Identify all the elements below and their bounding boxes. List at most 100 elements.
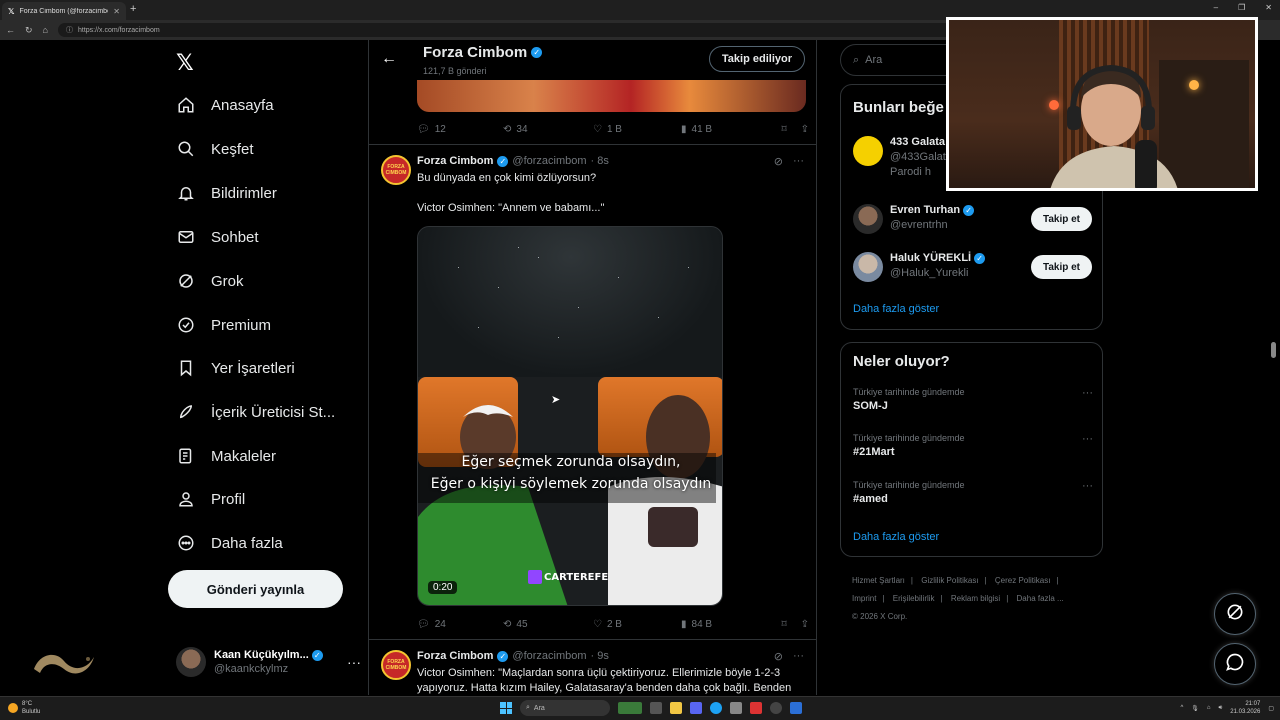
network-icon[interactable]: ⌂	[1207, 705, 1211, 711]
volume-icon[interactable]: 🔊︎	[1219, 705, 1223, 712]
following-button[interactable]: Takip ediliyor	[708, 46, 805, 72]
previous-tweet-media[interactable]	[417, 80, 806, 112]
views-button[interactable]: ▮ 84 B	[681, 619, 775, 630]
nav-profile[interactable]: Profil	[176, 484, 245, 514]
widget-icon[interactable]	[618, 702, 642, 714]
back-nav-icon[interactable]: ←	[6, 25, 15, 35]
new-tab-icon[interactable]: +	[130, 3, 136, 15]
nav-grok[interactable]: Grok	[176, 266, 244, 296]
trend-item[interactable]: Türkiye tarihinde gündemde #21Mart ···	[853, 433, 1093, 458]
more-dots-icon[interactable]: ···	[1082, 480, 1093, 492]
like-button[interactable]: ♡ 1 B	[593, 124, 681, 135]
footer-link[interactable]: Daha fazla ...	[1017, 594, 1064, 603]
grok-icon[interactable]: ⊘	[774, 650, 783, 663]
nav-messages[interactable]: Sohbet	[176, 222, 259, 252]
avatar[interactable]: FORZA CIMBOM	[381, 650, 411, 680]
like-button[interactable]: ♡ 2 B	[593, 619, 681, 630]
tweet-author-handle[interactable]: @forzacimbom	[512, 155, 586, 167]
footer-link[interactable]: Gizlilik Politikası	[921, 576, 978, 585]
tweet-author-name[interactable]: Forza Cimbom	[417, 155, 493, 167]
follow-button[interactable]: Takip et	[1030, 255, 1092, 279]
share-icon[interactable]: ⇪	[801, 124, 809, 135]
tweet-time[interactable]: · 9s	[591, 650, 609, 662]
trend-item[interactable]: Türkiye tarihinde gündemde SOM-J ···	[853, 387, 1093, 412]
share-icon[interactable]: ⇪	[801, 619, 809, 630]
messages-fab-button[interactable]	[1214, 643, 1256, 685]
nav-creator-studio[interactable]: İçerik Üreticisi St...	[176, 397, 335, 427]
repost-button[interactable]: ⟲ 34	[503, 124, 593, 135]
trend-item[interactable]: Türkiye tarihinde gündemde #amed ···	[853, 480, 1093, 505]
trend-context: Türkiye tarihinde gündemde	[853, 387, 965, 397]
app-icon[interactable]	[790, 702, 802, 714]
more-dots-icon[interactable]: ···	[1082, 433, 1093, 445]
tweet-time[interactable]: · 8s	[591, 155, 609, 167]
back-arrow-icon[interactable]: ←	[381, 50, 397, 68]
nav-explore[interactable]: Keşfet	[176, 134, 254, 164]
bar-chart-icon: ▮	[681, 618, 687, 630]
app-icon[interactable]	[730, 702, 742, 714]
discord-icon[interactable]	[690, 702, 702, 714]
nav-articles[interactable]: Makaleler	[176, 441, 276, 471]
tweet-author-handle[interactable]: @forzacimbom	[512, 650, 586, 662]
tweet-video[interactable]: Eğer seçmek zorunda olsaydın, Eğer o kiş…	[417, 226, 723, 606]
suggestion-item[interactable]: Evren Turhan ✓ @evrentrhn Takip et	[853, 201, 1093, 237]
clock[interactable]: 21:07 21.03.2026	[1230, 700, 1260, 716]
bookmark-icon[interactable]: ⌑	[781, 124, 786, 135]
reply-count: 24	[434, 618, 446, 630]
more-dots-icon[interactable]: ···	[347, 654, 361, 670]
show-more-link[interactable]: Daha fazla göster	[853, 303, 939, 315]
tweet[interactable]: FORZA CIMBOM Forza Cimbom ✓ @forzacimbom …	[369, 640, 816, 695]
site-info-icon[interactable]: ⓘ	[66, 25, 73, 35]
reply-button[interactable]: 💬︎ 12	[417, 124, 503, 135]
footer-link[interactable]: Reklam bilgisi	[951, 594, 1000, 603]
views-button[interactable]: ▮ 41 B	[681, 124, 775, 135]
scrollbar-thumb[interactable]	[1271, 342, 1276, 358]
minimize-icon[interactable]: –	[1214, 3, 1218, 12]
tab-close-icon[interactable]: ✕	[113, 7, 120, 16]
footer-link[interactable]: Hizmet Şartları	[852, 576, 905, 585]
maximize-icon[interactable]: ❐	[1238, 3, 1245, 12]
reload-icon[interactable]: ↻	[25, 25, 33, 36]
window-close-icon[interactable]: ✕	[1265, 3, 1272, 12]
footer-link[interactable]: Erişilebilirlik	[893, 594, 935, 603]
file-explorer-icon[interactable]	[670, 702, 682, 714]
suggestion-item[interactable]: Haluk YÜREKLİ ✓ @Haluk_Yurekli Takip et	[853, 249, 1093, 285]
x-logo-icon[interactable]: 𝕏	[176, 50, 194, 76]
show-more-link[interactable]: Daha fazla göster	[853, 531, 939, 543]
parody-label: Parodi h	[890, 166, 931, 178]
notification-icon[interactable]: ▢	[1268, 705, 1274, 712]
bookmark-icon[interactable]: ⌑	[781, 619, 786, 630]
avatar[interactable]: FORZA CIMBOM	[381, 155, 411, 185]
edge-icon[interactable]	[710, 702, 722, 714]
obs-icon[interactable]	[770, 702, 782, 714]
nav-home[interactable]: Anasayfa	[176, 90, 274, 120]
taskbar-search[interactable]: ⌕ Ara	[520, 700, 610, 716]
windows-start-icon[interactable]	[500, 702, 512, 714]
url-field[interactable]: ⓘ https://x.com/forzacimbom	[57, 23, 998, 37]
footer-link[interactable]: Çerez Politikası	[995, 576, 1051, 585]
more-dots-icon[interactable]: ···	[1082, 387, 1093, 399]
post-button[interactable]: Gönderi yayınla	[168, 570, 343, 608]
nav-bookmarks[interactable]: Yer İşaretleri	[176, 353, 295, 383]
task-view-icon[interactable]	[650, 702, 662, 714]
account-switcher[interactable]: Kaan Küçükyılm... ✓ @kaankckylmz ···	[176, 644, 361, 680]
grok-fab-button[interactable]	[1214, 593, 1256, 635]
reply-button[interactable]: 💬︎ 24	[417, 619, 503, 630]
mic-icon[interactable]: 🎙︎	[1191, 705, 1199, 712]
weather-widget[interactable]: 8°C Bulutlu	[8, 700, 40, 716]
nav-premium[interactable]: Premium	[176, 310, 271, 340]
twitch-icon	[528, 570, 542, 584]
nav-notifications[interactable]: Bildirimler	[176, 178, 277, 208]
tweet-author-name[interactable]: Forza Cimbom	[417, 650, 493, 662]
nav-more[interactable]: Daha fazla	[176, 528, 283, 558]
home-browser-icon[interactable]: ⌂	[43, 25, 48, 35]
browser-tab[interactable]: 𝕏 Forza Cimbom (@forzacimbom) / X ✕	[2, 2, 126, 20]
more-dots-icon[interactable]: ···	[793, 155, 804, 168]
app-icon[interactable]	[750, 702, 762, 714]
footer-link[interactable]: Imprint	[852, 594, 876, 603]
chevron-up-icon[interactable]: ^	[1180, 705, 1183, 711]
more-dots-icon[interactable]: ···	[793, 650, 804, 663]
follow-button[interactable]: Takip et	[1030, 207, 1092, 231]
grok-icon[interactable]: ⊘	[774, 155, 783, 168]
repost-button[interactable]: ⟲ 45	[503, 619, 593, 630]
